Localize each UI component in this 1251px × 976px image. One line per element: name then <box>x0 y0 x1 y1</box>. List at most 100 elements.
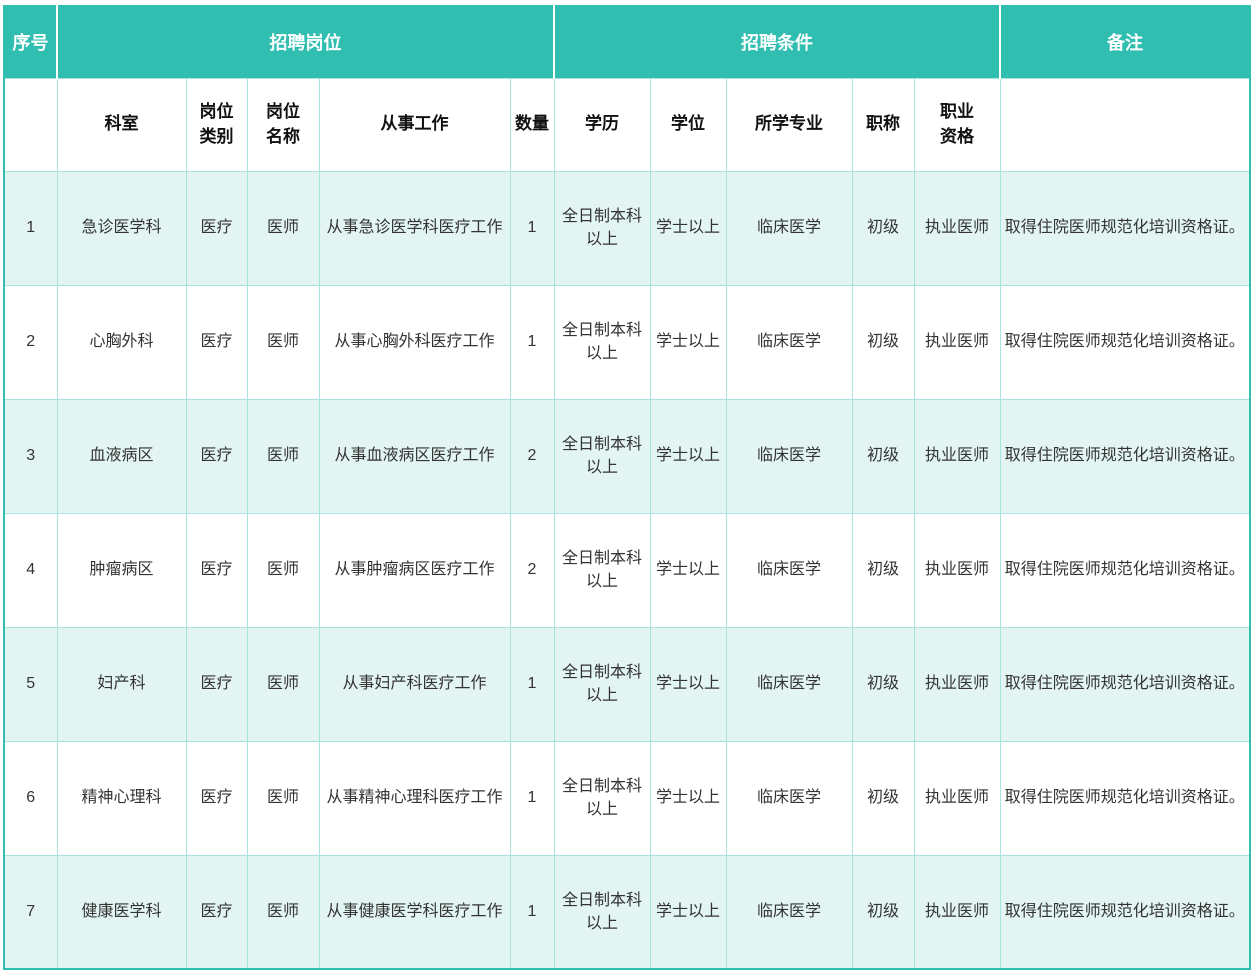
table-cell: 取得住院医师规范化培训资格证。 <box>1000 627 1250 741</box>
table-cell: 医师 <box>247 513 319 627</box>
table-cell: 全日制本科 以上 <box>554 513 650 627</box>
table-cell: 临床医学 <box>726 171 852 285</box>
table-cell: 1 <box>4 171 57 285</box>
table-body: 1急诊医学科医疗医师从事急诊医学科医疗工作1全日制本科 以上学士以上临床医学初级… <box>4 171 1250 969</box>
table-cell: 医疗 <box>186 171 247 285</box>
table-cell: 1 <box>510 627 554 741</box>
group-header-serial: 序号 <box>4 6 57 78</box>
table-cell: 学士以上 <box>650 285 726 399</box>
column-header-quantity: 数量 <box>510 78 554 171</box>
table-cell: 全日制本科 以上 <box>554 627 650 741</box>
column-header-professional-title: 职称 <box>852 78 914 171</box>
column-header-blank-right <box>1000 78 1250 171</box>
table-cell: 从事精神心理科医疗工作 <box>319 741 510 855</box>
table-cell: 从事肿瘤病区医疗工作 <box>319 513 510 627</box>
table-cell: 医疗 <box>186 741 247 855</box>
table-cell: 1 <box>510 741 554 855</box>
table-cell: 1 <box>510 285 554 399</box>
group-header-conditions: 招聘条件 <box>554 6 1000 78</box>
table-cell: 学士以上 <box>650 513 726 627</box>
table-row: 3血液病区医疗医师从事血液病区医疗工作2全日制本科 以上学士以上临床医学初级执业… <box>4 399 1250 513</box>
table-cell: 医疗 <box>186 399 247 513</box>
table-cell: 从事心胸外科医疗工作 <box>319 285 510 399</box>
table-cell: 学士以上 <box>650 741 726 855</box>
table-cell: 临床医学 <box>726 399 852 513</box>
table-cell: 从事妇产科医疗工作 <box>319 627 510 741</box>
table-cell: 取得住院医师规范化培训资格证。 <box>1000 285 1250 399</box>
table-row: 5妇产科医疗医师从事妇产科医疗工作1全日制本科 以上学士以上临床医学初级执业医师… <box>4 627 1250 741</box>
table-cell: 取得住院医师规范化培训资格证。 <box>1000 855 1250 969</box>
table-cell: 5 <box>4 627 57 741</box>
table-cell: 执业医师 <box>914 741 1000 855</box>
table-cell: 医师 <box>247 285 319 399</box>
table-cell: 2 <box>510 399 554 513</box>
table-cell: 肿瘤病区 <box>57 513 186 627</box>
table-cell: 急诊医学科 <box>57 171 186 285</box>
table-cell: 取得住院医师规范化培训资格证。 <box>1000 513 1250 627</box>
table-cell: 执业医师 <box>914 855 1000 969</box>
table-cell: 取得住院医师规范化培训资格证。 <box>1000 399 1250 513</box>
table-cell: 初级 <box>852 285 914 399</box>
table-row: 6精神心理科医疗医师从事精神心理科医疗工作1全日制本科 以上学士以上临床医学初级… <box>4 741 1250 855</box>
table-cell: 1 <box>510 855 554 969</box>
table-row: 1急诊医学科医疗医师从事急诊医学科医疗工作1全日制本科 以上学士以上临床医学初级… <box>4 171 1250 285</box>
table-cell: 3 <box>4 399 57 513</box>
table-cell: 医疗 <box>186 627 247 741</box>
table-cell: 学士以上 <box>650 627 726 741</box>
table-cell: 4 <box>4 513 57 627</box>
table-cell: 学士以上 <box>650 399 726 513</box>
table-cell: 取得住院医师规范化培训资格证。 <box>1000 741 1250 855</box>
table-cell: 医师 <box>247 855 319 969</box>
column-header-duties: 从事工作 <box>319 78 510 171</box>
column-header-major: 所学专业 <box>726 78 852 171</box>
table-cell: 全日制本科 以上 <box>554 285 650 399</box>
table-cell: 临床医学 <box>726 513 852 627</box>
table-cell: 医师 <box>247 171 319 285</box>
group-header-position: 招聘岗位 <box>57 6 554 78</box>
table-cell: 妇产科 <box>57 627 186 741</box>
column-header-qualification: 职业 资格 <box>914 78 1000 171</box>
recruitment-page: 序号 招聘岗位 招聘条件 备注 科室 岗位 类别 岗位 名称 从事工作 数量 学… <box>0 0 1251 976</box>
table-cell: 医疗 <box>186 855 247 969</box>
table-cell: 从事血液病区医疗工作 <box>319 399 510 513</box>
table-cell: 执业医师 <box>914 513 1000 627</box>
table-cell: 执业医师 <box>914 285 1000 399</box>
column-header-blank-left <box>4 78 57 171</box>
column-header-education: 学历 <box>554 78 650 171</box>
table-cell: 初级 <box>852 741 914 855</box>
table-cell: 学士以上 <box>650 855 726 969</box>
table-cell: 全日制本科 以上 <box>554 171 650 285</box>
table-row: 4肿瘤病区医疗医师从事肿瘤病区医疗工作2全日制本科 以上学士以上临床医学初级执业… <box>4 513 1250 627</box>
table-cell: 医师 <box>247 741 319 855</box>
table-cell: 精神心理科 <box>57 741 186 855</box>
table-cell: 全日制本科 以上 <box>554 855 650 969</box>
table-cell: 医师 <box>247 627 319 741</box>
group-header-row: 序号 招聘岗位 招聘条件 备注 <box>4 6 1250 78</box>
table-cell: 1 <box>510 171 554 285</box>
recruitment-table: 序号 招聘岗位 招聘条件 备注 科室 岗位 类别 岗位 名称 从事工作 数量 学… <box>3 5 1251 970</box>
table-cell: 初级 <box>852 399 914 513</box>
column-header-degree: 学位 <box>650 78 726 171</box>
table-cell: 学士以上 <box>650 171 726 285</box>
column-header-job-title: 岗位 名称 <box>247 78 319 171</box>
table-cell: 执业医师 <box>914 627 1000 741</box>
table-row: 7健康医学科医疗医师从事健康医学科医疗工作1全日制本科 以上学士以上临床医学初级… <box>4 855 1250 969</box>
table-cell: 初级 <box>852 855 914 969</box>
table-row: 2心胸外科医疗医师从事心胸外科医疗工作1全日制本科 以上学士以上临床医学初级执业… <box>4 285 1250 399</box>
table-cell: 2 <box>4 285 57 399</box>
table-cell: 血液病区 <box>57 399 186 513</box>
table-cell: 初级 <box>852 171 914 285</box>
table-cell: 临床医学 <box>726 855 852 969</box>
table-cell: 心胸外科 <box>57 285 186 399</box>
table-cell: 初级 <box>852 513 914 627</box>
table-cell: 健康医学科 <box>57 855 186 969</box>
table-cell: 从事急诊医学科医疗工作 <box>319 171 510 285</box>
table-cell: 全日制本科 以上 <box>554 741 650 855</box>
column-header-department: 科室 <box>57 78 186 171</box>
table-cell: 6 <box>4 741 57 855</box>
table-cell: 医疗 <box>186 285 247 399</box>
table-cell: 医疗 <box>186 513 247 627</box>
table-cell: 执业医师 <box>914 399 1000 513</box>
table-cell: 从事健康医学科医疗工作 <box>319 855 510 969</box>
table-cell: 2 <box>510 513 554 627</box>
